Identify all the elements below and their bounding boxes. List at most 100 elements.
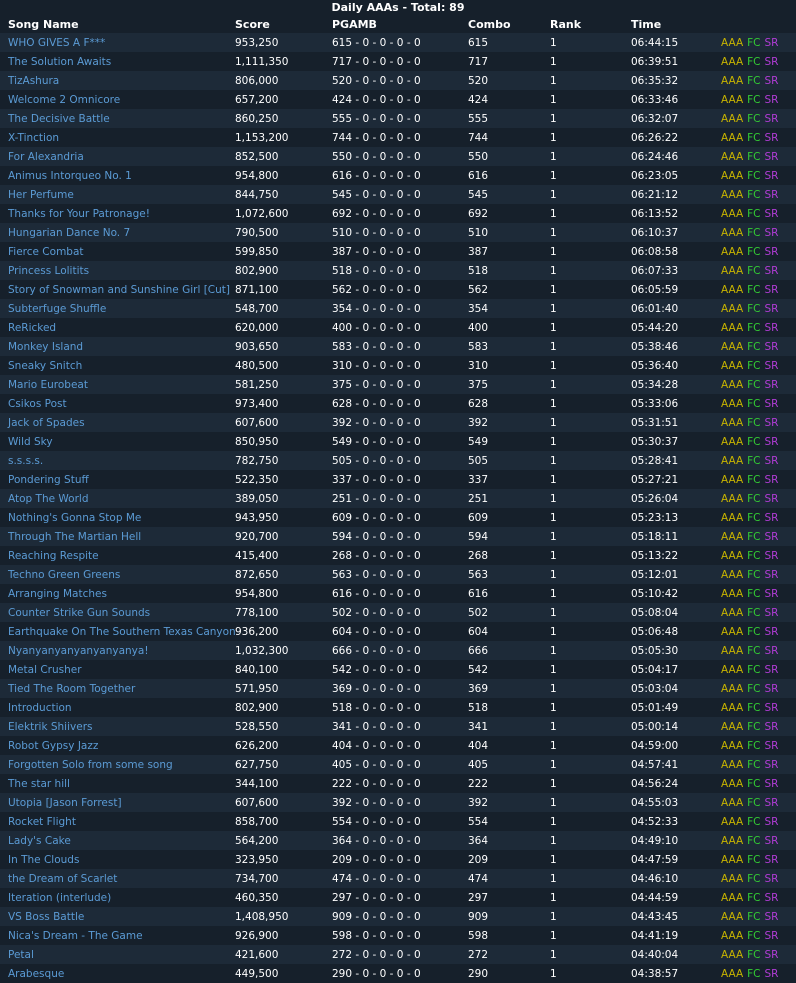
table-row: TizAshura 806,000 520 - 0 - 0 - 0 - 0 520 1 0…: [0, 71, 796, 90]
score-cell: 840,100: [235, 660, 332, 679]
song-link[interactable]: Monkey Island: [8, 341, 83, 353]
song-link[interactable]: Nica's Dream - The Game: [8, 930, 143, 942]
sr-badge: SR: [764, 511, 779, 524]
col-header-pgamb[interactable]: PGAMB: [332, 16, 468, 33]
flags-cell: AAA FC SR: [721, 812, 796, 831]
song-link[interactable]: Petal: [8, 949, 34, 961]
song-link[interactable]: Through The Martian Hell: [8, 531, 141, 543]
song-link[interactable]: The Decisive Battle: [8, 113, 110, 125]
song-link[interactable]: Lady's Cake: [8, 835, 71, 847]
flags-cell: AAA FC SR: [721, 907, 796, 926]
rank-cell: 1: [550, 565, 631, 584]
score-cell: 954,800: [235, 584, 332, 603]
song-link[interactable]: Nyanyanyanyanyanyanya!: [8, 645, 149, 657]
song-link[interactable]: Utopia [Jason Forrest]: [8, 797, 122, 809]
time-cell: 04:59:00: [631, 736, 721, 755]
song-link[interactable]: Arranging Matches: [8, 588, 107, 600]
song-link[interactable]: Pondering Stuff: [8, 474, 89, 486]
table-row: Subterfuge Shuffle 548,700 354 - 0 - 0 - 0…: [0, 299, 796, 318]
song-link[interactable]: Her Perfume: [8, 189, 74, 201]
flags-cell: AAA FC SR: [721, 964, 796, 983]
song-link[interactable]: Robot Gypsy Jazz: [8, 740, 98, 752]
rank-cell: 1: [550, 527, 631, 546]
song-link[interactable]: Sneaky Snitch: [8, 360, 82, 372]
col-header-rank[interactable]: Rank: [550, 16, 631, 33]
song-link[interactable]: Iteration (interlude): [8, 892, 111, 904]
table-row: s.s.s.s. 782,750 505 - 0 - 0 - 0 - 0 505 1 05…: [0, 451, 796, 470]
combo-cell: 609: [468, 508, 550, 527]
song-link[interactable]: WHO GIVES A F***: [8, 37, 105, 49]
song-cell: Monkey Island: [0, 337, 235, 356]
song-link[interactable]: Thanks for Your Patronage!: [8, 208, 150, 220]
song-link[interactable]: Rocket Flight: [8, 816, 76, 828]
sr-badge: SR: [764, 264, 779, 277]
song-link[interactable]: Welcome 2 Omnicore: [8, 94, 120, 106]
score-cell: 1,408,950: [235, 907, 332, 926]
song-link[interactable]: Earthquake On The Southern Texas Canyon: [8, 626, 235, 638]
song-link[interactable]: Nothing's Gonna Stop Me: [8, 512, 141, 524]
song-link[interactable]: For Alexandria: [8, 151, 84, 163]
sr-badge: SR: [764, 150, 779, 163]
song-link[interactable]: Subterfuge Shuffle: [8, 303, 106, 315]
song-link[interactable]: Csikos Post: [8, 398, 67, 410]
song-link[interactable]: The star hill: [8, 778, 70, 790]
song-link[interactable]: Forgotten Solo from some song: [8, 759, 173, 771]
combo-cell: 268: [468, 546, 550, 565]
time-cell: 04:41:19: [631, 926, 721, 945]
score-cell: 954,800: [235, 166, 332, 185]
song-link[interactable]: Reaching Respite: [8, 550, 99, 562]
pgamb-cell: 550 - 0 - 0 - 0 - 0: [332, 147, 468, 166]
pgamb-cell: 375 - 0 - 0 - 0 - 0: [332, 375, 468, 394]
sr-badge: SR: [764, 777, 779, 790]
song-link[interactable]: Wild Sky: [8, 436, 53, 448]
song-link[interactable]: Introduction: [8, 702, 72, 714]
song-link[interactable]: X-Tinction: [8, 132, 59, 144]
score-cell: 571,950: [235, 679, 332, 698]
fc-badge: FC: [747, 74, 761, 87]
song-cell: Subterfuge Shuffle: [0, 299, 235, 318]
col-header-time[interactable]: Time: [631, 16, 721, 33]
song-link[interactable]: the Dream of Scarlet: [8, 873, 117, 885]
song-link[interactable]: Counter Strike Gun Sounds: [8, 607, 150, 619]
table-row: Techno Green Greens 872,650 563 - 0 - 0 - …: [0, 565, 796, 584]
song-link[interactable]: TizAshura: [8, 75, 59, 87]
flags-cell: AAA FC SR: [721, 679, 796, 698]
song-link[interactable]: Mario Eurobeat: [8, 379, 88, 391]
col-header-song[interactable]: Song Name: [0, 16, 235, 33]
song-link[interactable]: Fierce Combat: [8, 246, 84, 258]
song-link[interactable]: Story of Snowman and Sunshine Girl [Cut]: [8, 284, 230, 296]
song-link[interactable]: Jack of Spades: [8, 417, 85, 429]
table-row: Hungarian Dance No. 7 790,500 510 - 0 - 0 …: [0, 223, 796, 242]
song-link[interactable]: s.s.s.s.: [8, 455, 43, 467]
song-link[interactable]: Atop The World: [8, 493, 89, 505]
rank-cell: 1: [550, 109, 631, 128]
sr-badge: SR: [764, 967, 779, 980]
flags-cell: AAA FC SR: [721, 869, 796, 888]
aaa-badge: AAA: [721, 321, 744, 334]
pgamb-cell: 909 - 0 - 0 - 0 - 0: [332, 907, 468, 926]
col-header-score[interactable]: Score: [235, 16, 332, 33]
song-link[interactable]: Arabesque: [8, 968, 64, 980]
song-link[interactable]: Hungarian Dance No. 7: [8, 227, 130, 239]
table-row: Pondering Stuff 522,350 337 - 0 - 0 - 0 - …: [0, 470, 796, 489]
song-cell: Rocket Flight: [0, 812, 235, 831]
song-link[interactable]: VS Boss Battle: [8, 911, 84, 923]
aaa-badge: AAA: [721, 910, 744, 923]
song-link[interactable]: Elektrik Shiivers: [8, 721, 92, 733]
song-link[interactable]: Animus Intorqueo No. 1: [8, 170, 132, 182]
col-header-combo[interactable]: Combo: [468, 16, 550, 33]
song-link[interactable]: In The Clouds: [8, 854, 79, 866]
sr-badge: SR: [764, 568, 779, 581]
song-link[interactable]: The Solution Awaits: [8, 56, 111, 68]
aaa-badge: AAA: [721, 625, 744, 638]
flags-cell: AAA FC SR: [721, 831, 796, 850]
score-cell: 872,650: [235, 565, 332, 584]
song-link[interactable]: Princess Lolitits: [8, 265, 89, 277]
table-row: Reaching Respite 415,400 268 - 0 - 0 - 0 -…: [0, 546, 796, 565]
song-link[interactable]: ReRicked: [8, 322, 56, 334]
fc-badge: FC: [747, 910, 761, 923]
song-link[interactable]: Tied The Room Together: [8, 683, 135, 695]
pgamb-cell: 474 - 0 - 0 - 0 - 0: [332, 869, 468, 888]
song-link[interactable]: Techno Green Greens: [8, 569, 120, 581]
song-link[interactable]: Metal Crusher: [8, 664, 82, 676]
